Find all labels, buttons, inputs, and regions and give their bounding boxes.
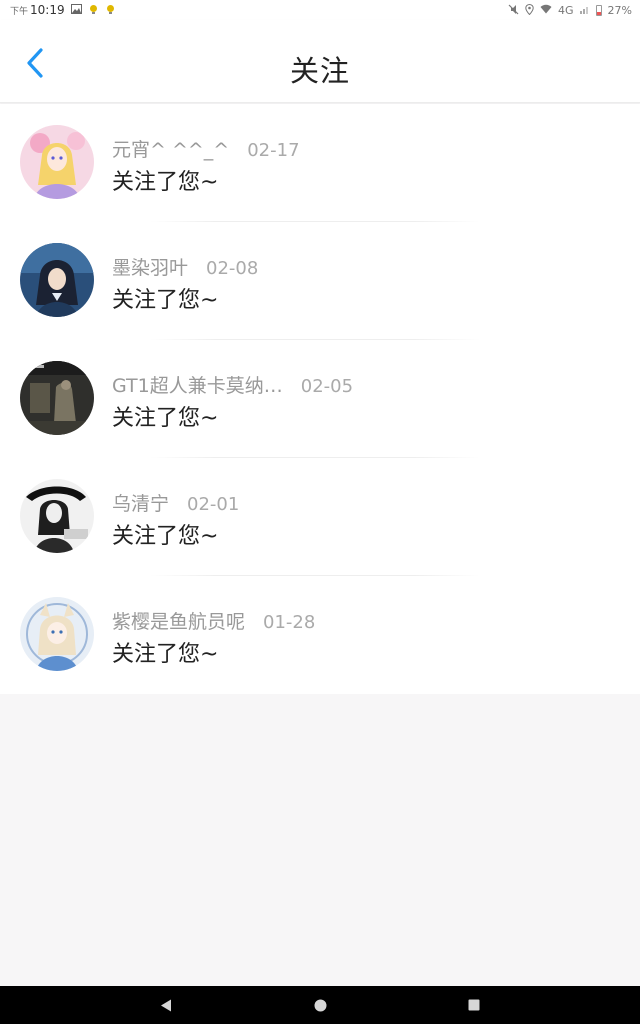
header-bar: 关注 [0,20,640,103]
square-recents-icon [468,999,480,1011]
list-item[interactable]: GT1超人兼卡莫纳… 02-05 关注了您~ [0,340,640,458]
wifi-icon [540,4,552,16]
notification-date: 01-28 [263,612,316,633]
status-time: 10:19 [30,3,65,17]
notification-message: 关注了您~ [112,524,219,549]
user-name[interactable]: 乌清宁 [112,489,169,516]
avatar[interactable] [20,243,94,317]
name-line: GT1超人兼卡莫纳… 02-05 [112,371,353,398]
user-name[interactable]: GT1超人兼卡莫纳… [112,371,283,398]
avatar-ink-bw-icon [20,479,94,553]
avatar[interactable] [20,125,94,199]
avatar[interactable] [20,361,94,435]
list-item[interactable]: 墨染羽叶 02-08 关注了您~ [0,222,640,340]
page-title: 关注 [289,54,350,88]
triangle-back-icon [161,999,171,1011]
user-name[interactable]: 紫樱是鱼航员呢 [112,607,245,634]
battery-level: 27% [607,3,632,17]
signal-icon [579,4,590,16]
user-name[interactable]: 墨染羽叶 [112,253,188,280]
avatar-game-dark-icon [20,361,94,435]
app-notification-icon [88,4,99,17]
circle-home-icon [314,999,326,1011]
location-icon [525,3,534,17]
list-item[interactable]: 乌清宁 02-01 关注了您~ [0,458,640,576]
notification-message: 关注了您~ [112,642,219,667]
list-item[interactable]: 紫樱是鱼航员呢 01-28 关注了您~ [0,576,640,694]
avatar-anime-blue-icon [20,243,94,317]
system-nav-bar [0,986,640,1024]
avatar-anime-light-icon [20,597,94,671]
nav-back-button[interactable] [159,998,173,1012]
mute-icon [508,4,519,17]
notification-date: 02-05 [300,376,354,397]
notification-message: 关注了您~ [112,288,219,313]
notification-date: 02-08 [206,258,259,279]
follow-notification-list: 元宵^ ^^_^ 02-17 关注了您~ 墨染羽叶 02-08 关注了您~ GT… [0,104,640,694]
status-left: 下午 10:19 [10,3,116,17]
name-line: 乌清宁 02-01 [112,489,239,516]
notification-date: 02-01 [187,494,240,515]
status-right: 4G 27% [508,3,632,17]
battery-icon [595,4,602,16]
avatar[interactable] [20,479,94,553]
status-bar: 下午 10:19 4G 27% [0,0,640,20]
nav-recents-button[interactable] [467,998,481,1012]
name-line: 紫樱是鱼航员呢 01-28 [112,607,315,634]
name-line: 墨染羽叶 02-08 [112,253,258,280]
avatar[interactable] [20,597,94,671]
network-type: 4G [558,3,574,17]
app-notification-icon-2 [105,4,116,17]
name-line: 元宵^ ^^_^ 02-17 [112,135,300,162]
image-notification-icon [70,4,82,16]
user-name[interactable]: 元宵^ ^^_^ [112,135,229,162]
notification-message: 关注了您~ [112,406,219,431]
notification-message: 关注了您~ [112,170,219,195]
notification-date: 02-17 [247,140,300,161]
avatar-anime-pink-icon [20,125,94,199]
status-ampm: 下午 [10,6,29,17]
list-item[interactable]: 元宵^ ^^_^ 02-17 关注了您~ [0,104,640,222]
nav-home-button[interactable] [313,998,327,1012]
